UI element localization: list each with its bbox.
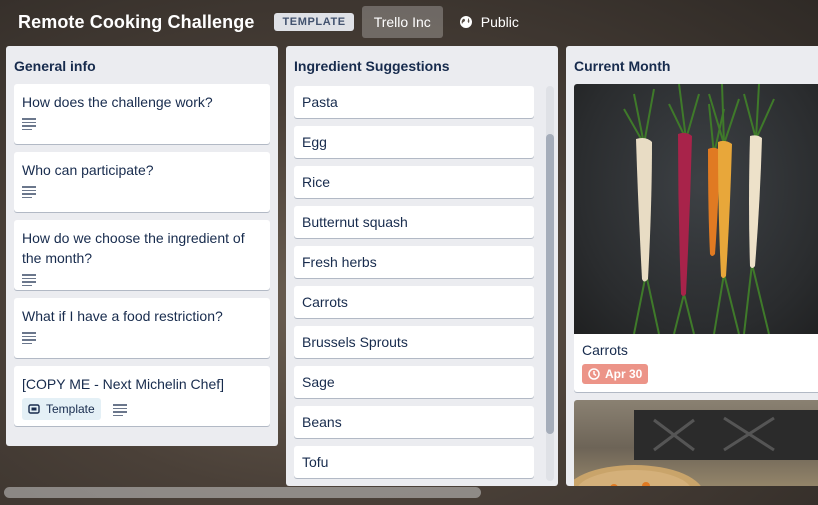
card-title: How does the challenge work?	[22, 94, 213, 110]
card-title: Who can participate?	[22, 162, 154, 178]
template-tag-label: Template	[46, 402, 95, 416]
team-button[interactable]: Trello Inc	[361, 6, 443, 38]
card-list: Pasta Egg Rice Butternut squash Fresh he…	[286, 86, 542, 486]
card-title: Carrots	[582, 342, 628, 358]
visibility-label: Public	[480, 14, 519, 30]
list-general-info: General info How does the challenge work…	[6, 46, 278, 446]
board-header: Remote Cooking Challenge TEMPLATE Trello…	[0, 0, 818, 44]
list-current-month: Current Month Carrots Apr 30	[566, 46, 818, 486]
card-badges: Template	[22, 398, 262, 420]
list-card[interactable]: Sage	[294, 366, 534, 398]
carrots-cover-image	[574, 84, 818, 335]
list-title[interactable]: Ingredient Suggestions	[286, 46, 558, 84]
description-icon	[112, 404, 127, 417]
list-card[interactable]: How do we choose the ingredient of the m…	[14, 220, 270, 290]
clock-icon	[588, 368, 600, 380]
list-title[interactable]: General info	[6, 46, 278, 84]
board-horizontal-scrollbar[interactable]	[4, 487, 481, 498]
card-body: Carrots Apr 30	[574, 334, 818, 392]
description-icon	[22, 274, 36, 287]
board-title[interactable]: Remote Cooking Challenge	[18, 12, 254, 33]
list-card[interactable]: What if I have a food restriction?	[14, 298, 270, 358]
list-card[interactable]: Brussels Sprouts	[294, 326, 534, 358]
list-card[interactable]: Beans	[294, 406, 534, 438]
template-tag: Template	[22, 398, 101, 420]
card-title: How do we choose the ingredient of the m…	[22, 230, 245, 266]
list-card[interactable]: Tofu	[294, 446, 534, 478]
list-card[interactable]: Pasta	[294, 86, 534, 118]
list-card[interactable]: Carrots Apr 30	[574, 84, 818, 392]
list-card[interactable]	[574, 400, 818, 486]
stove-illustration	[574, 410, 818, 486]
list-card[interactable]: Rice	[294, 166, 534, 198]
list-card[interactable]: [COPY ME - Next Michelin Chef] Template	[14, 366, 270, 426]
globe-icon	[459, 16, 472, 28]
template-card-icon	[28, 404, 40, 414]
list-scrollbar-thumb[interactable]	[546, 134, 554, 434]
cooking-cover-image	[574, 400, 818, 486]
carrots-illustration	[623, 84, 775, 335]
description-icon	[22, 186, 36, 199]
description-icon	[22, 332, 36, 345]
list-ingredient-suggestions: Ingredient Suggestions Pasta Egg Rice Bu…	[286, 46, 558, 486]
list-title[interactable]: Current Month	[566, 46, 818, 84]
list-card[interactable]: Fresh herbs	[294, 246, 534, 278]
template-badge: TEMPLATE	[274, 13, 354, 31]
card-title: [COPY ME - Next Michelin Chef]	[22, 376, 225, 392]
due-date-badge[interactable]: Apr 30	[582, 364, 649, 384]
visibility-button[interactable]: Public	[451, 6, 527, 38]
list-card[interactable]: Egg	[294, 126, 534, 158]
due-date-label: Apr 30	[605, 367, 643, 381]
list-card[interactable]: Butternut squash	[294, 206, 534, 238]
list-card[interactable]: Who can participate?	[14, 152, 270, 212]
list-card[interactable]: Carrots	[294, 286, 534, 318]
list-card[interactable]: How does the challenge work?	[14, 84, 270, 144]
description-icon	[22, 118, 36, 131]
card-title: What if I have a food restriction?	[22, 308, 223, 324]
